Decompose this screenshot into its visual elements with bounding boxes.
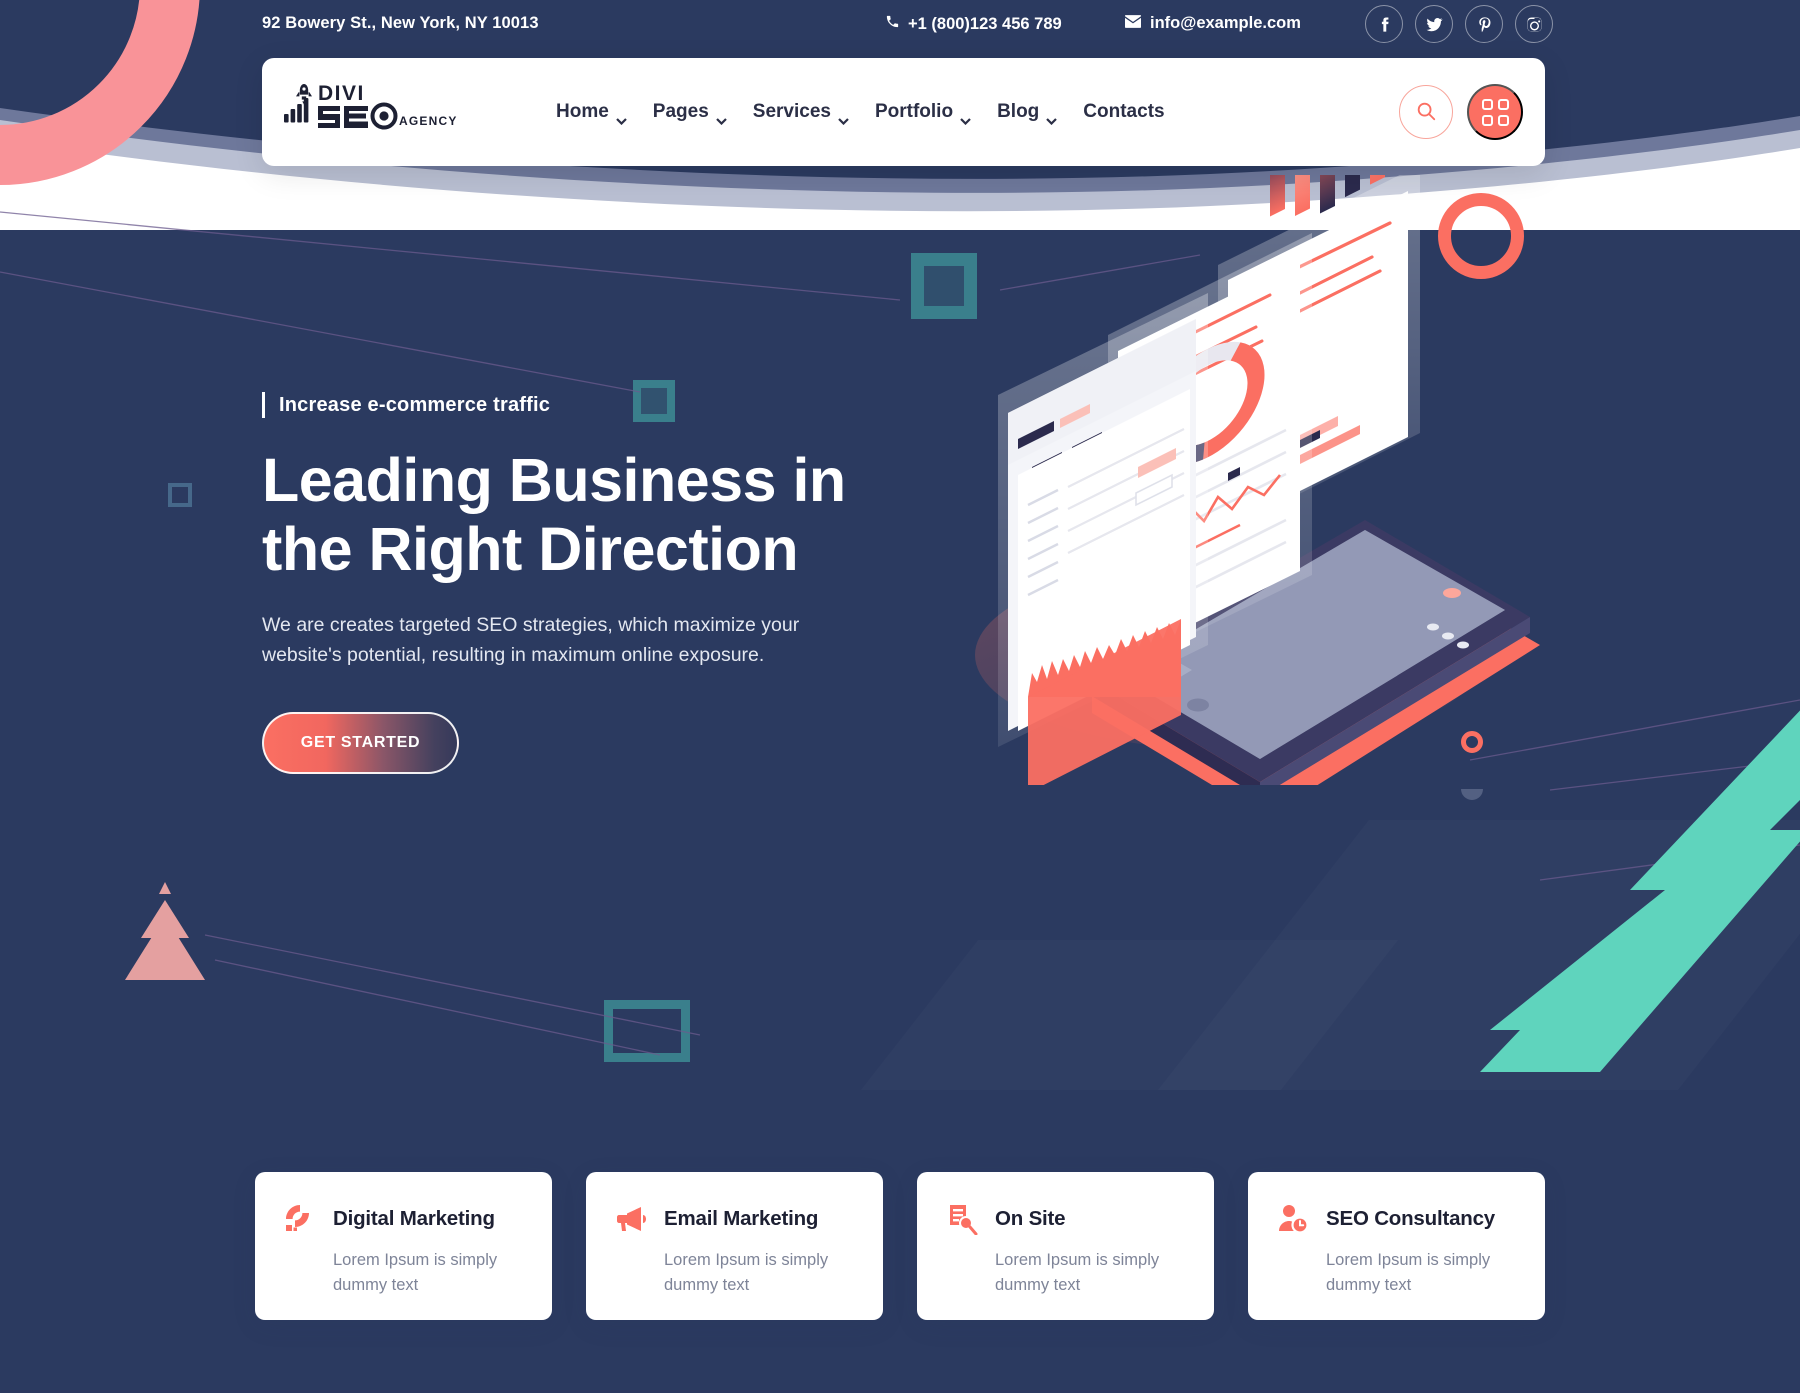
user-clock-icon: [1276, 1202, 1310, 1236]
nav-item-home[interactable]: Home: [556, 101, 627, 125]
nav-label-services: Services: [752, 101, 831, 122]
card-text: Lorem Ipsum is simply dummy text: [664, 1251, 829, 1295]
nav-label-blog: Blog: [997, 101, 1040, 122]
grid-menu-button[interactable]: [1467, 84, 1523, 140]
pink-tree-decoration: [125, 882, 205, 980]
instagram-icon[interactable]: [1515, 5, 1553, 43]
card-head: SEO Consultancy: [1276, 1202, 1519, 1236]
social-links: [1365, 5, 1553, 43]
feature-card-email-marketing[interactable]: Email Marketing Lorem Ipsum is simply du…: [586, 1172, 883, 1320]
svg-text:DIVI: DIVI: [318, 82, 365, 105]
card-text: Lorem Ipsum is simply dummy text: [333, 1251, 498, 1295]
card-title: On Site: [995, 1207, 1066, 1230]
digital-marketing-icon: [283, 1202, 317, 1236]
nav-item-services[interactable]: Services: [752, 101, 849, 125]
phone-contact[interactable]: +1 (800)123 456 789: [885, 14, 1062, 34]
nav-label-contacts: Contacts: [1083, 101, 1165, 122]
nav-item-portfolio[interactable]: Portfolio: [874, 101, 971, 125]
light-shard-decoration-2: [822, 940, 1398, 1090]
page-title: Leading Business in the Right Direction: [262, 446, 862, 584]
top-contact-bar: 92 Bowery St., New York, NY 10013 +1 (80…: [0, 0, 1800, 52]
card-title: Email Marketing: [664, 1207, 819, 1230]
nav-label-home: Home: [556, 101, 609, 122]
main-navigation: Home Pages Services Portfolio Blog Conta…: [556, 101, 1165, 125]
svg-text:AGENCY: AGENCY: [399, 114, 458, 128]
facebook-icon[interactable]: [1365, 5, 1403, 43]
chevron-down-icon: [960, 109, 971, 125]
hero-title-line-2: the Right Direction: [262, 514, 799, 583]
get-started-button[interactable]: GET STARTED: [262, 712, 459, 775]
teal-square-decoration-3: [604, 1000, 690, 1062]
card-title: Digital Marketing: [333, 1207, 495, 1230]
document-search-icon: [945, 1202, 979, 1236]
hero-eyebrow: Increase e-commerce traffic: [262, 392, 862, 418]
header-actions: [1399, 84, 1523, 140]
address-text: 92 Bowery St., New York, NY 10013: [262, 14, 539, 32]
card-title: SEO Consultancy: [1326, 1207, 1496, 1230]
email-address: info@example.com: [1150, 14, 1301, 32]
feature-card-seo-consultancy[interactable]: SEO Consultancy Lorem Ipsum is simply du…: [1248, 1172, 1545, 1320]
card-text: Lorem Ipsum is simply dummy text: [1326, 1251, 1491, 1295]
card-text: Lorem Ipsum is simply dummy text: [995, 1251, 1160, 1295]
site-logo[interactable]: DIVI AGENCY: [282, 80, 468, 144]
chevron-down-icon: [616, 109, 627, 125]
pinterest-icon[interactable]: [1465, 5, 1503, 43]
phone-number: +1 (800)123 456 789: [908, 14, 1062, 33]
phone-icon: [885, 14, 900, 34]
twitter-icon[interactable]: [1415, 5, 1453, 43]
seo-dashboard-illustration: [940, 175, 1540, 785]
grid-menu-icon: [1481, 98, 1509, 126]
chevron-down-icon: [716, 109, 727, 125]
search-button[interactable]: [1399, 85, 1453, 139]
card-head: On Site: [945, 1202, 1188, 1236]
nav-label-pages: Pages: [652, 101, 709, 122]
nav-item-pages[interactable]: Pages: [652, 101, 727, 125]
hero-title-line-1: Leading Business in: [262, 446, 846, 514]
hero-subtitle: We are creates targeted SEO strategies, …: [262, 613, 800, 667]
site-header: DIVI AGENCY Home Pages Services Portfoli…: [262, 58, 1545, 166]
card-head: Email Marketing: [614, 1202, 857, 1236]
light-shard-decoration-1: [1111, 820, 1800, 1090]
eyebrow-accent-bar: [262, 392, 265, 418]
half-circle-decoration: [1461, 789, 1483, 800]
feature-card-digital-marketing[interactable]: Digital Marketing Lorem Ipsum is simply …: [255, 1172, 552, 1320]
chevron-down-icon: [838, 109, 849, 125]
envelope-icon: [1125, 14, 1141, 33]
hero-copy: Increase e-commerce traffic Leading Busi…: [262, 392, 862, 775]
search-icon: [1415, 100, 1437, 125]
feature-cards: Digital Marketing Lorem Ipsum is simply …: [0, 1172, 1800, 1320]
hero-eyebrow-text: Increase e-commerce traffic: [279, 393, 551, 416]
nav-item-blog[interactable]: Blog: [997, 101, 1058, 125]
feature-card-on-site[interactable]: On Site Lorem Ipsum is simply dummy text: [917, 1172, 1214, 1320]
megaphone-icon: [614, 1202, 648, 1236]
nav-item-contacts[interactable]: Contacts: [1083, 101, 1164, 123]
chevron-down-icon: [1046, 109, 1058, 125]
blue-square-decoration: [168, 483, 192, 507]
card-head: Digital Marketing: [283, 1202, 526, 1236]
email-contact[interactable]: info@example.com: [1125, 14, 1301, 33]
nav-label-portfolio: Portfolio: [874, 101, 954, 122]
